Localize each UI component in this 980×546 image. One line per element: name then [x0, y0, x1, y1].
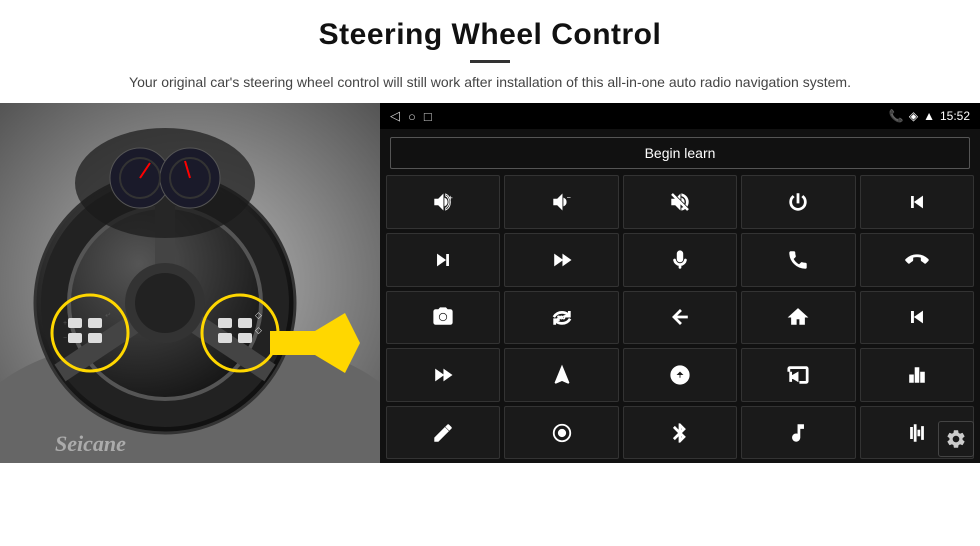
signal-icon: ▲	[923, 109, 935, 123]
wifi-icon: ◈	[909, 109, 918, 123]
vol-down-btn[interactable]: −	[504, 175, 618, 229]
bluetooth-btn[interactable]	[623, 406, 737, 460]
steering-wheel-image: + − ↩ ◇ ◇ Seicane	[0, 103, 380, 463]
media-btn[interactable]	[741, 348, 855, 402]
next-btn[interactable]	[386, 233, 500, 287]
home-nav-icon[interactable]: ○	[408, 109, 416, 124]
svg-text:Seicane: Seicane	[55, 431, 126, 456]
nav-btn[interactable]	[504, 348, 618, 402]
back-btn[interactable]	[623, 291, 737, 345]
page-title: Steering Wheel Control	[60, 18, 920, 52]
swap-btn[interactable]	[623, 348, 737, 402]
android-screen: ◁ ○ □ 📞 ◈ ▲ 15:52 Begin learn +	[380, 103, 980, 463]
recents-nav-icon[interactable]: □	[424, 109, 432, 124]
hang-up-btn[interactable]	[860, 233, 974, 287]
svg-text:−: −	[63, 335, 67, 342]
svg-text:◇: ◇	[255, 325, 262, 335]
skip-fwd-btn[interactable]	[504, 233, 618, 287]
prev-btn[interactable]	[860, 175, 974, 229]
begin-learn-button[interactable]: Begin learn	[390, 137, 970, 169]
header-divider	[470, 60, 510, 63]
icon-grid: + −	[380, 175, 980, 463]
svg-text:−: −	[566, 193, 570, 202]
svg-text:360: 360	[557, 315, 565, 320]
time-display: 15:52	[940, 109, 970, 123]
skip-back-btn[interactable]	[860, 291, 974, 345]
header-description: Your original car's steering wheel contr…	[110, 71, 870, 93]
svg-text:+: +	[63, 320, 67, 327]
settings-gear-button[interactable]	[938, 421, 974, 457]
power-btn[interactable]	[741, 175, 855, 229]
equalizer-btn[interactable]	[860, 348, 974, 402]
mic-btn[interactable]	[623, 233, 737, 287]
grid-row-4	[386, 348, 974, 402]
grid-row-3: 360	[386, 291, 974, 345]
begin-learn-row: Begin learn	[380, 129, 980, 175]
svg-text:◇: ◇	[255, 310, 262, 320]
grid-row-2	[386, 233, 974, 287]
grid-row-5	[386, 406, 974, 460]
status-right-icons: 📞 ◈ ▲ 15:52	[889, 109, 970, 123]
grid-row-1: + −	[386, 175, 974, 229]
phone-icon: 📞	[889, 109, 904, 123]
nav-icons: ◁ ○ □	[390, 108, 432, 124]
phone-btn[interactable]	[741, 233, 855, 287]
edit-btn[interactable]	[386, 406, 500, 460]
status-bar: ◁ ○ □ 📞 ◈ ▲ 15:52	[380, 103, 980, 129]
back-nav-icon[interactable]: ◁	[390, 108, 400, 124]
music-btn[interactable]	[741, 406, 855, 460]
vol-up-btn[interactable]: +	[386, 175, 500, 229]
home-btn[interactable]	[741, 291, 855, 345]
header-section: Steering Wheel Control Your original car…	[0, 0, 980, 103]
camera-btn[interactable]	[386, 291, 500, 345]
content-area: + − ↩ ◇ ◇ Seicane ◁ ○ □	[0, 103, 980, 463]
circle-power-btn[interactable]	[504, 406, 618, 460]
vol-mute-btn[interactable]	[623, 175, 737, 229]
fast-fwd-btn[interactable]	[386, 348, 500, 402]
360-view-btn[interactable]: 360	[504, 291, 618, 345]
svg-text:+: +	[449, 193, 453, 202]
